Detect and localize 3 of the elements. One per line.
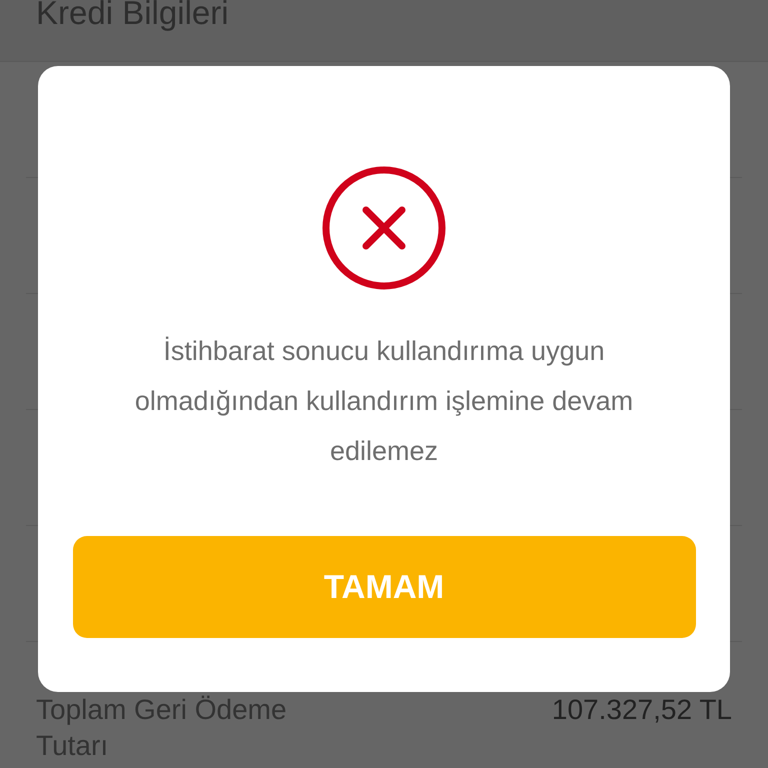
ok-button[interactable]: TAMAM [72, 536, 696, 638]
dialog-message: İstihbarat sonucu kullandırıma uygun olmadığından kullandırım işlemine devam edilemez [134, 335, 634, 468]
row-value: 107.327,52 TL [552, 693, 732, 727]
